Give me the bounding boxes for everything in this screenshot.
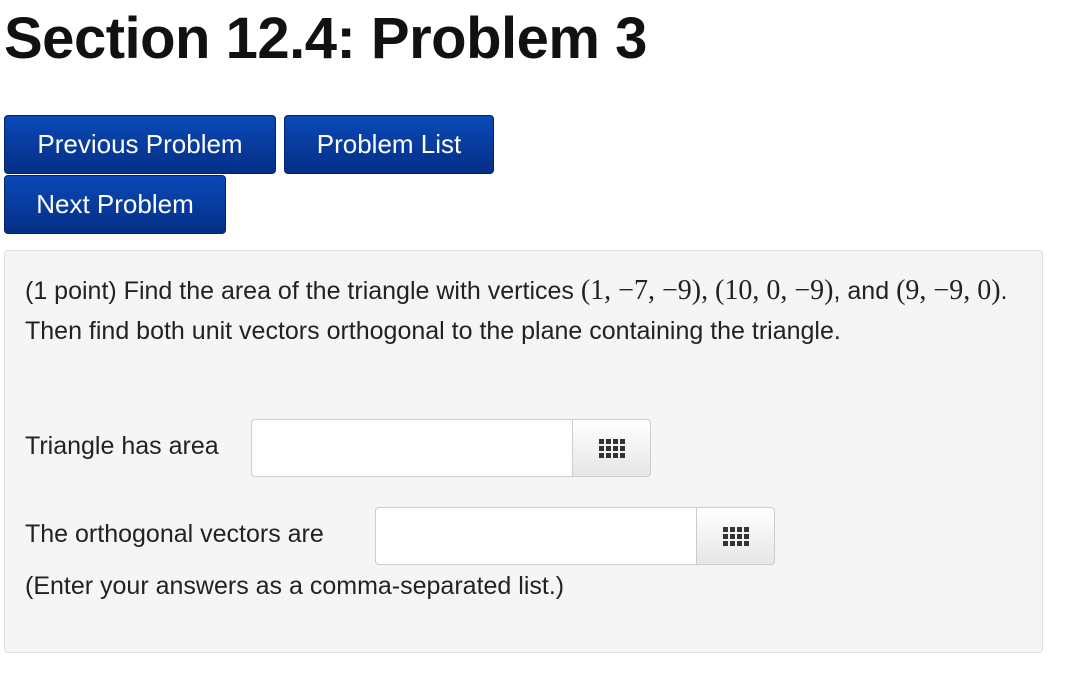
equation-editor-icon (722, 526, 749, 546)
vectors-input[interactable] (375, 507, 697, 565)
problem-text-after: Then find both unit vectors orthogonal t… (25, 317, 841, 345)
next-problem-button[interactable]: Next Problem (4, 175, 226, 234)
area-input[interactable] (251, 419, 573, 477)
problem-text-before: Find the area of the triangle with verti… (123, 277, 574, 305)
problem-box: (1 point) Find the area of the triangle … (4, 250, 1043, 653)
page-title: Section 12.4: Problem 3 (4, 6, 647, 71)
vertex-2: (10, 0, −9) (715, 275, 834, 306)
vertex-1: (1, −7, −9) (580, 275, 702, 306)
area-equation-editor-button[interactable] (573, 419, 651, 477)
problem-list-button[interactable]: Problem List (284, 115, 494, 174)
equation-editor-icon (598, 438, 625, 458)
previous-problem-button[interactable]: Previous Problem (4, 115, 276, 174)
vectors-label: The orthogonal vectors are (25, 520, 324, 548)
vertex-3: (9, −9, 0) (896, 275, 1001, 306)
problem-statement: (1 point) Find the area of the triangle … (25, 275, 1008, 345)
vectors-equation-editor-button[interactable] (697, 507, 775, 565)
problem-points: (1 point) (25, 277, 117, 305)
problem-and-word: and (847, 277, 890, 305)
answer-format-hint: (Enter your answers as a comma-separated… (25, 572, 565, 600)
area-label: Triangle has area (25, 432, 219, 460)
